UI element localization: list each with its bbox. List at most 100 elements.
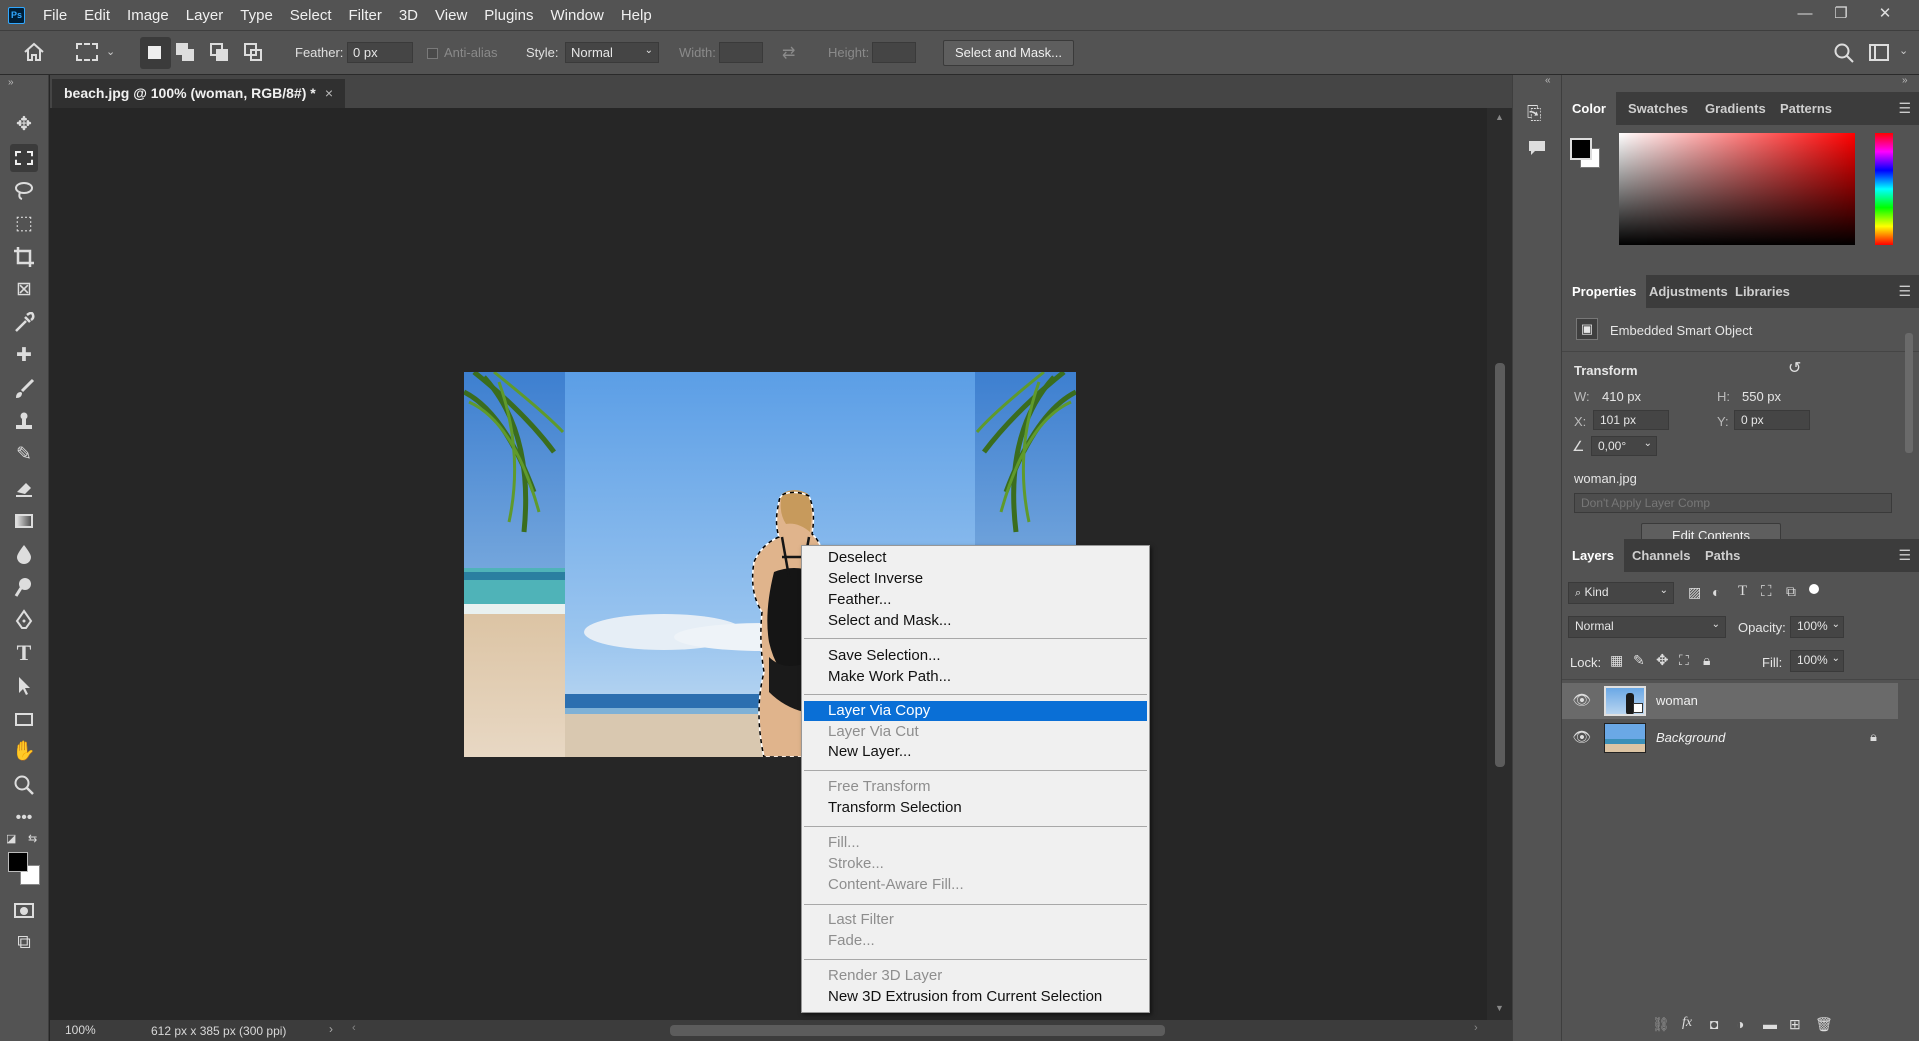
blur-tool-icon[interactable] — [10, 540, 38, 568]
tab-color[interactable]: Color — [1562, 92, 1616, 125]
lock-image-icon[interactable]: ✎ — [1633, 652, 1645, 669]
frame-tool-icon[interactable]: ⊠ — [10, 276, 38, 304]
tab-swatches[interactable]: Swatches — [1618, 92, 1698, 125]
chevron-down-icon[interactable]: ⌄ — [106, 45, 115, 58]
style-select[interactable]: Normal ⌄ — [565, 42, 659, 63]
lock-transparent-icon[interactable]: ▦ — [1610, 652, 1623, 669]
intersect-selection-button[interactable] — [244, 43, 264, 63]
menu-plugins[interactable]: Plugins — [484, 7, 533, 24]
menu-item-fade[interactable]: Fade... — [804, 931, 1147, 951]
tab-libraries[interactable]: Libraries — [1725, 275, 1800, 308]
filter-shape-icon[interactable]: ⛶ — [1761, 583, 1772, 600]
horizontal-scroll-thumb[interactable] — [670, 1025, 1165, 1036]
x-input[interactable]: 101 px — [1593, 410, 1669, 430]
menu-item-render-3d-layer[interactable]: Render 3D Layer — [804, 966, 1147, 986]
menu-item-transform-selection[interactable]: Transform Selection — [804, 798, 1147, 818]
add-mask-icon[interactable]: ◘ — [1710, 1016, 1718, 1032]
menu-filter[interactable]: Filter — [349, 7, 382, 24]
brush-tool-icon[interactable] — [10, 375, 38, 403]
collapse-icon[interactable]: » — [8, 77, 14, 88]
filter-toggle-icon[interactable] — [1809, 584, 1819, 594]
properties-scrollbar[interactable] — [1905, 313, 1913, 493]
menu-item-select-and-mask[interactable]: Select and Mask... — [804, 611, 1147, 631]
document-tab[interactable]: beach.jpg @ 100% (woman, RGB/8#) * × — [52, 79, 345, 108]
object-selection-tool-icon[interactable]: ⬚ — [10, 210, 38, 238]
y-input[interactable]: 0 px — [1734, 410, 1810, 430]
comments-panel-icon[interactable] — [1527, 139, 1547, 160]
height-input[interactable] — [872, 42, 916, 63]
tab-layers[interactable]: Layers — [1562, 539, 1624, 572]
menu-edit[interactable]: Edit — [84, 7, 110, 24]
rectangular-marquee-tool-icon[interactable] — [10, 144, 38, 172]
workspace-icon[interactable] — [1869, 44, 1889, 61]
chevron-right-icon[interactable]: › — [329, 1022, 333, 1036]
scroll-left-icon[interactable]: ‹ — [352, 1022, 356, 1034]
lock-artboard-icon[interactable]: ⛶ — [1679, 652, 1689, 669]
expand-icon[interactable]: » — [1902, 75, 1908, 86]
move-tool-icon[interactable]: ✥ — [10, 111, 38, 139]
tab-adjustments[interactable]: Adjustments — [1639, 275, 1738, 308]
close-tab-icon[interactable]: × — [325, 79, 333, 107]
filter-type-icon[interactable]: T — [1738, 583, 1747, 600]
menu-item-layer-via-copy[interactable]: Layer Via Copy — [804, 701, 1147, 721]
screen-mode-icon[interactable]: ⧉ — [10, 929, 38, 957]
foreground-color-swatch[interactable] — [8, 852, 28, 872]
vertical-scrollbar[interactable]: ▲ ▼ — [1487, 108, 1512, 1020]
menu-3d[interactable]: 3D — [399, 7, 418, 24]
tab-properties[interactable]: Properties — [1562, 275, 1647, 308]
antialias-checkbox[interactable] — [427, 48, 438, 59]
layer-row-woman[interactable]: 👁︎ woman — [1562, 683, 1898, 719]
layer-style-icon[interactable]: fx — [1682, 1015, 1692, 1031]
blend-mode-select[interactable]: Normal ⌄ — [1568, 616, 1726, 638]
add-to-selection-button[interactable] — [176, 43, 196, 63]
default-colors-icon[interactable]: ◪ — [6, 832, 16, 845]
tab-channels[interactable]: Channels — [1622, 539, 1701, 572]
gradient-tool-icon[interactable] — [10, 507, 38, 535]
filter-smart-object-icon[interactable]: ⧉ — [1786, 583, 1796, 600]
new-selection-button[interactable] — [140, 37, 171, 69]
tab-patterns[interactable]: Patterns — [1770, 92, 1842, 125]
chevron-down-icon[interactable]: ⌄ — [1899, 44, 1908, 57]
new-layer-icon[interactable]: ⊞ — [1789, 1016, 1801, 1033]
zoom-level[interactable]: 100% — [65, 1023, 96, 1037]
tab-gradients[interactable]: Gradients — [1695, 92, 1776, 125]
fill-input[interactable]: 100% ⌄ — [1790, 650, 1844, 672]
menu-item-fill[interactable]: Fill... — [804, 833, 1147, 853]
eyedropper-tool-icon[interactable] — [10, 309, 38, 337]
select-and-mask-button[interactable]: Select and Mask... — [943, 40, 1074, 66]
history-brush-tool-icon[interactable]: ✎ — [10, 441, 38, 469]
panel-menu-icon[interactable]: ☰ — [1898, 100, 1911, 117]
scroll-up-icon[interactable]: ▲ — [1495, 112, 1504, 122]
rectangle-tool-icon[interactable] — [10, 705, 38, 733]
menu-help[interactable]: Help — [621, 7, 652, 24]
layer-comp-select[interactable]: Don't Apply Layer Comp — [1574, 493, 1892, 513]
menu-select[interactable]: Select — [290, 7, 332, 24]
visibility-eye-icon[interactable]: 👁︎ — [1572, 691, 1592, 711]
reset-transform-icon[interactable]: ↺ — [1788, 358, 1801, 378]
pen-tool-icon[interactable] — [10, 606, 38, 634]
crop-tool-icon[interactable] — [10, 243, 38, 271]
panel-menu-icon[interactable]: ☰ — [1898, 283, 1911, 300]
more-tools-icon[interactable]: ••• — [10, 804, 38, 832]
menu-item-last-filter[interactable]: Last Filter — [804, 910, 1147, 930]
link-layers-icon[interactable]: ⛓ — [1652, 1016, 1670, 1033]
healing-brush-tool-icon[interactable]: ✚ — [10, 342, 38, 370]
menu-type[interactable]: Type — [240, 7, 273, 24]
menu-item-stroke[interactable]: Stroke... — [804, 854, 1147, 874]
foreground-color-swatch[interactable] — [1570, 138, 1592, 160]
menu-item-layer-via-cut[interactable]: Layer Via Cut — [804, 722, 1147, 742]
dodge-tool-icon[interactable] — [10, 573, 38, 601]
menu-view[interactable]: View — [435, 7, 467, 24]
zoom-tool-icon[interactable] — [10, 771, 38, 799]
home-icon[interactable] — [22, 41, 48, 65]
quick-mask-icon[interactable] — [10, 896, 38, 924]
search-icon[interactable] — [1833, 42, 1855, 67]
menu-file[interactable]: File — [43, 7, 67, 24]
menu-image[interactable]: Image — [127, 7, 169, 24]
close-icon[interactable]: ✕ — [1875, 4, 1895, 24]
menu-item-deselect[interactable]: Deselect — [804, 548, 1147, 568]
menu-item-save-selection[interactable]: Save Selection... — [804, 646, 1147, 666]
delete-layer-icon[interactable]: 🗑︎ — [1815, 1016, 1833, 1033]
lasso-tool-icon[interactable] — [10, 177, 38, 205]
visibility-eye-icon[interactable]: 👁︎ — [1572, 728, 1592, 748]
